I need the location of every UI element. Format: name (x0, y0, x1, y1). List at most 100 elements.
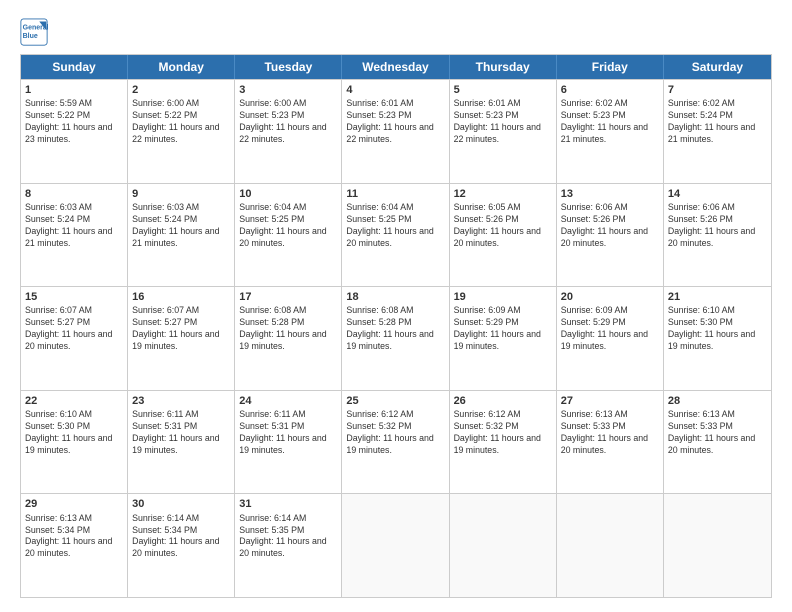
day-cell-4: 4Sunrise: 6:01 AM Sunset: 5:23 PM Daylig… (342, 80, 449, 183)
day-number-11: 11 (346, 187, 444, 201)
day-number-17: 17 (239, 290, 337, 304)
day-info-11: Sunrise: 6:04 AM Sunset: 5:25 PM Dayligh… (346, 202, 444, 250)
calendar-row-5: 29 Sunrise: 6:13 AM Sunset: 5:34 PM Dayli… (21, 493, 771, 597)
day-info-12: Sunrise: 6:05 AM Sunset: 5:26 PM Dayligh… (454, 202, 552, 250)
day-info-21: Sunrise: 6:10 AM Sunset: 5:30 PM Dayligh… (668, 305, 767, 353)
day-number-27: 27 (561, 394, 659, 408)
day-info-8: Sunrise: 6:03 AM Sunset: 5:24 PM Dayligh… (25, 202, 123, 250)
page: General Blue SundayMondayTuesdayWednesda… (0, 0, 792, 612)
calendar-row-2: 8Sunrise: 6:03 AM Sunset: 5:24 PM Daylig… (21, 183, 771, 287)
day-cell-19: 19Sunrise: 6:09 AM Sunset: 5:29 PM Dayli… (450, 287, 557, 390)
day-number-31: 31 (239, 497, 337, 511)
header-cell-tuesday: Tuesday (235, 55, 342, 79)
day-cell-27: 27Sunrise: 6:13 AM Sunset: 5:33 PM Dayli… (557, 391, 664, 494)
calendar: SundayMondayTuesdayWednesdayThursdayFrid… (20, 54, 772, 598)
day-info-13: Sunrise: 6:06 AM Sunset: 5:26 PM Dayligh… (561, 202, 659, 250)
day-info-7: Sunrise: 6:02 AM Sunset: 5:24 PM Dayligh… (668, 98, 767, 146)
day-cell-8: 8Sunrise: 6:03 AM Sunset: 5:24 PM Daylig… (21, 184, 128, 287)
day-info-24: Sunrise: 6:11 AM Sunset: 5:31 PM Dayligh… (239, 409, 337, 457)
day-info-30: Sunrise: 6:14 AM Sunset: 5:34 PM Dayligh… (132, 513, 230, 561)
empty-cell-4-6 (664, 494, 771, 597)
day-info-27: Sunrise: 6:13 AM Sunset: 5:33 PM Dayligh… (561, 409, 659, 457)
header-cell-wednesday: Wednesday (342, 55, 449, 79)
logo-icon: General Blue (20, 18, 48, 46)
day-cell-23: 23Sunrise: 6:11 AM Sunset: 5:31 PM Dayli… (128, 391, 235, 494)
day-info-6: Sunrise: 6:02 AM Sunset: 5:23 PM Dayligh… (561, 98, 659, 146)
day-cell-12: 12Sunrise: 6:05 AM Sunset: 5:26 PM Dayli… (450, 184, 557, 287)
day-cell-13: 13Sunrise: 6:06 AM Sunset: 5:26 PM Dayli… (557, 184, 664, 287)
calendar-row-3: 15Sunrise: 6:07 AM Sunset: 5:27 PM Dayli… (21, 286, 771, 390)
day-number-7: 7 (668, 83, 767, 97)
day-number-28: 28 (668, 394, 767, 408)
empty-cell-4-4 (450, 494, 557, 597)
day-number-23: 23 (132, 394, 230, 408)
day-info-5: Sunrise: 6:01 AM Sunset: 5:23 PM Dayligh… (454, 98, 552, 146)
day-info-16: Sunrise: 6:07 AM Sunset: 5:27 PM Dayligh… (132, 305, 230, 353)
day-cell-22: 22Sunrise: 6:10 AM Sunset: 5:30 PM Dayli… (21, 391, 128, 494)
day-cell-14: 14Sunrise: 6:06 AM Sunset: 5:26 PM Dayli… (664, 184, 771, 287)
day-info-28: Sunrise: 6:13 AM Sunset: 5:33 PM Dayligh… (668, 409, 767, 457)
day-cell-30: 30 Sunrise: 6:14 AM Sunset: 5:34 PM Dayli… (128, 494, 235, 597)
day-cell-20: 20Sunrise: 6:09 AM Sunset: 5:29 PM Dayli… (557, 287, 664, 390)
day-info-10: Sunrise: 6:04 AM Sunset: 5:25 PM Dayligh… (239, 202, 337, 250)
day-cell-25: 25Sunrise: 6:12 AM Sunset: 5:32 PM Dayli… (342, 391, 449, 494)
day-cell-24: 24Sunrise: 6:11 AM Sunset: 5:31 PM Dayli… (235, 391, 342, 494)
day-number-22: 22 (25, 394, 123, 408)
day-info-3: Sunrise: 6:00 AM Sunset: 5:23 PM Dayligh… (239, 98, 337, 146)
day-number-21: 21 (668, 290, 767, 304)
day-number-15: 15 (25, 290, 123, 304)
calendar-body: 1Sunrise: 5:59 AM Sunset: 5:22 PM Daylig… (21, 79, 771, 597)
header-cell-friday: Friday (557, 55, 664, 79)
day-number-4: 4 (346, 83, 444, 97)
calendar-row-1: 1Sunrise: 5:59 AM Sunset: 5:22 PM Daylig… (21, 79, 771, 183)
day-number-1: 1 (25, 83, 123, 97)
day-cell-21: 21Sunrise: 6:10 AM Sunset: 5:30 PM Dayli… (664, 287, 771, 390)
day-number-8: 8 (25, 187, 123, 201)
day-cell-3: 3Sunrise: 6:00 AM Sunset: 5:23 PM Daylig… (235, 80, 342, 183)
day-info-18: Sunrise: 6:08 AM Sunset: 5:28 PM Dayligh… (346, 305, 444, 353)
logo: General Blue (20, 18, 52, 46)
day-cell-6: 6Sunrise: 6:02 AM Sunset: 5:23 PM Daylig… (557, 80, 664, 183)
day-cell-31: 31 Sunrise: 6:14 AM Sunset: 5:35 PM Dayli… (235, 494, 342, 597)
day-number-29: 29 (25, 497, 123, 511)
header-cell-sunday: Sunday (21, 55, 128, 79)
day-cell-17: 17Sunrise: 6:08 AM Sunset: 5:28 PM Dayli… (235, 287, 342, 390)
day-number-6: 6 (561, 83, 659, 97)
day-info-25: Sunrise: 6:12 AM Sunset: 5:32 PM Dayligh… (346, 409, 444, 457)
day-info-15: Sunrise: 6:07 AM Sunset: 5:27 PM Dayligh… (25, 305, 123, 353)
day-cell-15: 15Sunrise: 6:07 AM Sunset: 5:27 PM Dayli… (21, 287, 128, 390)
calendar-header: SundayMondayTuesdayWednesdayThursdayFrid… (21, 55, 771, 79)
day-info-19: Sunrise: 6:09 AM Sunset: 5:29 PM Dayligh… (454, 305, 552, 353)
day-cell-29: 29 Sunrise: 6:13 AM Sunset: 5:34 PM Dayli… (21, 494, 128, 597)
day-number-18: 18 (346, 290, 444, 304)
day-info-26: Sunrise: 6:12 AM Sunset: 5:32 PM Dayligh… (454, 409, 552, 457)
day-number-25: 25 (346, 394, 444, 408)
day-cell-5: 5Sunrise: 6:01 AM Sunset: 5:23 PM Daylig… (450, 80, 557, 183)
day-number-2: 2 (132, 83, 230, 97)
svg-text:Blue: Blue (23, 33, 38, 40)
day-number-12: 12 (454, 187, 552, 201)
day-number-3: 3 (239, 83, 337, 97)
header-cell-monday: Monday (128, 55, 235, 79)
day-cell-9: 9Sunrise: 6:03 AM Sunset: 5:24 PM Daylig… (128, 184, 235, 287)
empty-cell-4-5 (557, 494, 664, 597)
day-number-13: 13 (561, 187, 659, 201)
empty-cell-4-3 (342, 494, 449, 597)
day-info-31: Sunrise: 6:14 AM Sunset: 5:35 PM Dayligh… (239, 513, 337, 561)
day-info-14: Sunrise: 6:06 AM Sunset: 5:26 PM Dayligh… (668, 202, 767, 250)
day-info-2: Sunrise: 6:00 AM Sunset: 5:22 PM Dayligh… (132, 98, 230, 146)
day-info-4: Sunrise: 6:01 AM Sunset: 5:23 PM Dayligh… (346, 98, 444, 146)
day-number-10: 10 (239, 187, 337, 201)
day-number-26: 26 (454, 394, 552, 408)
day-cell-26: 26Sunrise: 6:12 AM Sunset: 5:32 PM Dayli… (450, 391, 557, 494)
day-cell-16: 16Sunrise: 6:07 AM Sunset: 5:27 PM Dayli… (128, 287, 235, 390)
day-number-30: 30 (132, 497, 230, 511)
day-cell-28: 28Sunrise: 6:13 AM Sunset: 5:33 PM Dayli… (664, 391, 771, 494)
day-number-20: 20 (561, 290, 659, 304)
day-number-14: 14 (668, 187, 767, 201)
header-cell-thursday: Thursday (450, 55, 557, 79)
day-cell-18: 18Sunrise: 6:08 AM Sunset: 5:28 PM Dayli… (342, 287, 449, 390)
day-info-29: Sunrise: 6:13 AM Sunset: 5:34 PM Dayligh… (25, 513, 123, 561)
day-number-24: 24 (239, 394, 337, 408)
day-cell-1: 1Sunrise: 5:59 AM Sunset: 5:22 PM Daylig… (21, 80, 128, 183)
